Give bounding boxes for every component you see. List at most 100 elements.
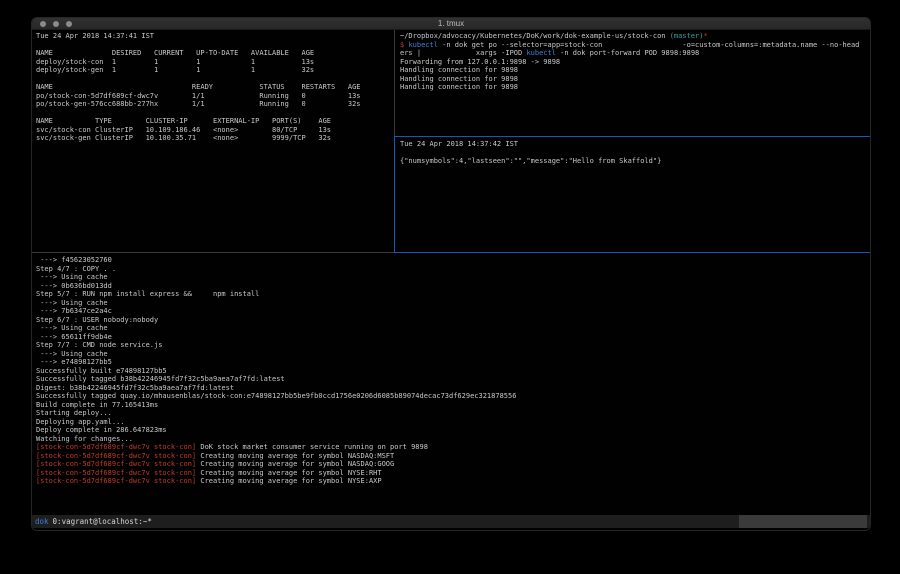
- terminal-text: NAME TYPE CLUSTER-IP EXTERNAL-IP PORT(S)…: [36, 117, 331, 125]
- terminal-line: Deploy complete in 286.647823ms: [36, 426, 870, 435]
- terminal-text: Creating moving average for symbol NYSE:…: [196, 469, 381, 477]
- terminal-line: svc/stock-con ClusterIP 10.109.186.46 <n…: [36, 126, 394, 135]
- terminal-line: ---> 65611ff9db4e: [36, 333, 870, 342]
- terminal-text: -n dok get po --selector=app=stock-con -…: [438, 41, 859, 49]
- terminal-text: *: [703, 32, 707, 40]
- status-left: dok 0:vagrant@localhost:~*: [35, 515, 152, 528]
- terminal-text: svc/stock-gen ClusterIP 10.100.35.71 <no…: [36, 134, 331, 142]
- terminal-line: NAME TYPE CLUSTER-IP EXTERNAL-IP PORT(S)…: [36, 117, 394, 126]
- terminal-line: NAME READY STATUS RESTARTS AGE: [36, 83, 394, 92]
- terminal-line: deploy/stock-con 1 1 1 1 13s: [36, 58, 394, 67]
- terminal-text: [stock-con-5d7df689cf-dwc7v stock-con]: [36, 460, 196, 468]
- pane-divider-vertical-active[interactable]: [394, 137, 395, 253]
- tmux-status-bar: dok 0:vagrant@localhost:~* ⎈minikube:def…: [32, 515, 870, 528]
- terminal-text: [stock-con-5d7df689cf-dwc7v stock-con]: [36, 452, 196, 460]
- terminal-line: po/stock-con-5d7df689cf-dwc7v 1/1 Runnin…: [36, 92, 394, 101]
- terminal-line: [stock-con-5d7df689cf-dwc7v stock-con] C…: [36, 452, 870, 461]
- terminal-text: NAME READY STATUS RESTARTS AGE: [36, 83, 361, 91]
- pane-service-output[interactable]: Tue 24 Apr 2018 14:37:42 IST {"numsymbols…: [395, 137, 870, 252]
- terminal-line: Successfully tagged b38b42246945fd7f32c5…: [36, 375, 870, 384]
- terminal-line: [stock-con-5d7df689cf-dwc7v stock-con] C…: [36, 460, 870, 469]
- terminal-line: ---> Using cache: [36, 350, 870, 359]
- terminal-line: ---> 7b6347ce2a4c: [36, 307, 870, 316]
- terminal-text: ---> f45623052760: [36, 256, 112, 264]
- terminal-line: [400, 149, 870, 158]
- terminal-text: Build complete in 77.165413ms: [36, 401, 158, 409]
- terminal-text: po/stock-gen-576cc688bb-277hx 1/1 Runnin…: [36, 100, 361, 108]
- terminal-text: Creating moving average for symbol NASDA…: [196, 460, 394, 468]
- terminal-line: Step 7/7 : CMD node service.js: [36, 341, 870, 350]
- terminal-text: svc/stock-con ClusterIP 10.109.186.46 <n…: [36, 126, 331, 134]
- terminal-text: Handling connection for 9898: [400, 75, 518, 83]
- terminal-line: Deploying app.yaml...: [36, 418, 870, 427]
- terminal-line: ers | xargs -IPOD kubectl -n dok port-fo…: [400, 49, 870, 58]
- terminal-text: deploy/stock-gen 1 1 1 1 32s: [36, 66, 314, 74]
- terminal-text: -n dok port-forward POD 9898:9898: [556, 49, 699, 57]
- terminal-text: ---> Using cache: [36, 273, 108, 281]
- terminal-text: Digest: b38b42246945fd7f32c5ba9aea7af7fd…: [36, 384, 234, 392]
- terminal-text: ---> 65611ff9db4e: [36, 333, 112, 341]
- terminal-text: ---> Using cache: [36, 324, 108, 332]
- terminal-line: Watching for changes...: [36, 435, 870, 444]
- pane-divider-horizontal-right-active[interactable]: [394, 252, 870, 253]
- terminal-text: Step 7/7 : CMD node service.js: [36, 341, 162, 349]
- terminal-text: kubectl: [526, 49, 556, 57]
- window-titlebar[interactable]: 1. tmux: [32, 18, 870, 30]
- terminal-text: ---> Using cache: [36, 350, 108, 358]
- terminal-line: Handling connection for 9898: [400, 83, 870, 92]
- terminal-text: ---> 7b6347ce2a4c: [36, 307, 112, 315]
- terminal-line: Successfully built e74898127bb5: [36, 367, 870, 376]
- terminal-line: [36, 109, 394, 118]
- terminal-text: Tue 24 Apr 2018 14:37:41 IST: [36, 32, 154, 40]
- pane-divider-horizontal-left[interactable]: [32, 252, 394, 253]
- terminal-text: Handling connection for 9898: [400, 66, 518, 74]
- kubernetes-helm-icon: ⎈: [787, 530, 792, 531]
- terminal-text: [stock-con-5d7df689cf-dwc7v stock-con]: [36, 477, 196, 485]
- terminal-text: [stock-con-5d7df689cf-dwc7v stock-con]: [36, 469, 196, 477]
- terminal-text: ers | xargs -IPOD: [400, 49, 526, 57]
- session-name: dok: [35, 515, 49, 528]
- terminal-text: Step 4/7 : COPY . .: [36, 265, 116, 273]
- terminal-window: 1. tmux Tue 24 Apr 2018 14:37:41 ISTNAME…: [31, 17, 871, 531]
- terminal-line: Handling connection for 9898: [400, 75, 870, 84]
- terminal-text: (master): [670, 32, 704, 40]
- terminal-line: Step 6/7 : USER nobody:nobody: [36, 316, 870, 325]
- terminal-line: $ kubectl -n dok get po --selector=app=s…: [400, 41, 870, 50]
- terminal-line: Tue 24 Apr 2018 14:37:42 IST: [400, 140, 870, 149]
- terminal-line: Step 5/7 : RUN npm install express && np…: [36, 290, 870, 299]
- terminal-line: ---> Using cache: [36, 299, 870, 308]
- pane-port-forward[interactable]: ~/Dropbox/advocacy/Kubernetes/DoK/work/d…: [395, 30, 870, 136]
- terminal-line: Starting deploy...: [36, 409, 870, 418]
- terminal-line: po/stock-gen-576cc688bb-277hx 1/1 Runnin…: [36, 100, 394, 109]
- status-right: ⎈minikube:default: [739, 515, 867, 528]
- terminal-text: ---> 0b636bd013dd: [36, 282, 112, 290]
- tmux-session: Tue 24 Apr 2018 14:37:41 ISTNAME DESIRED…: [32, 30, 870, 531]
- terminal-line: Successfully tagged quay.io/mhausenblas/…: [36, 392, 870, 401]
- terminal-line: {"numsymbols":4,"lastseen":"","message":…: [400, 157, 870, 166]
- terminal-line: [stock-con-5d7df689cf-dwc7v stock-con] C…: [36, 469, 870, 478]
- pane-skaffold-log[interactable]: ---> f45623052760Step 4/7 : COPY . . ---…: [32, 253, 870, 515]
- terminal-text: Tue 24 Apr 2018 14:37:42 IST: [400, 140, 518, 148]
- pane-divider-vertical-top[interactable]: [394, 30, 395, 136]
- terminal-line: deploy/stock-gen 1 1 1 1 32s: [36, 66, 394, 75]
- terminal-line: ---> Using cache: [36, 273, 870, 282]
- kube-namespace: :default: [828, 530, 864, 531]
- pane-kubectl-watch[interactable]: Tue 24 Apr 2018 14:37:41 ISTNAME DESIRED…: [32, 30, 394, 252]
- terminal-line: [stock-con-5d7df689cf-dwc7v stock-con] C…: [36, 477, 870, 486]
- terminal-line: ---> 0b636bd013dd: [36, 282, 870, 291]
- terminal-text: [stock-con-5d7df689cf-dwc7v stock-con]: [36, 443, 196, 451]
- terminal-text: Handling connection for 9898: [400, 83, 518, 91]
- active-window-label: 0:vagrant@localhost:~*: [53, 515, 152, 528]
- terminal-line: svc/stock-gen ClusterIP 10.100.35.71 <no…: [36, 134, 394, 143]
- terminal-text: ---> Using cache: [36, 299, 108, 307]
- terminal-line: Build complete in 77.165413ms: [36, 401, 870, 410]
- terminal-text: ~/Dropbox/advocacy/Kubernetes/DoK/work/d…: [400, 32, 670, 40]
- terminal-line: Handling connection for 9898: [400, 66, 870, 75]
- window-title: 1. tmux: [32, 18, 870, 30]
- terminal-text: Step 5/7 : RUN npm install express && np…: [36, 290, 259, 298]
- terminal-line: ---> Using cache: [36, 324, 870, 333]
- kube-context: minikube: [792, 530, 828, 531]
- pane-divider-horizontal-active[interactable]: [394, 136, 870, 137]
- terminal-text: {"numsymbols":4,"lastseen":"","message":…: [400, 157, 661, 165]
- terminal-text: deploy/stock-con 1 1 1 1 13s: [36, 58, 314, 66]
